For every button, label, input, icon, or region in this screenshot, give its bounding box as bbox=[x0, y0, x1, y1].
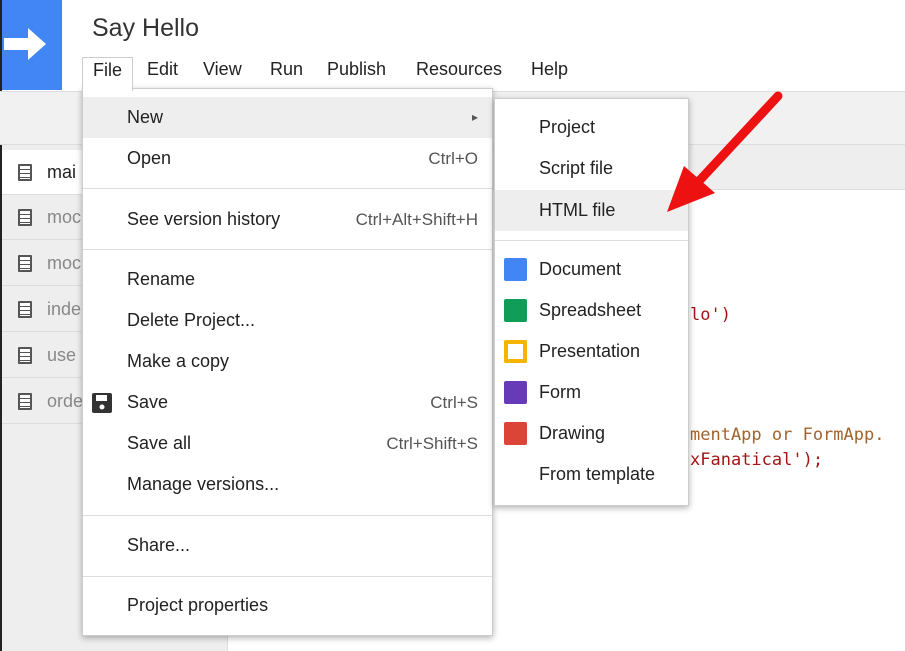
annotation-arrow-icon bbox=[667, 91, 783, 212]
